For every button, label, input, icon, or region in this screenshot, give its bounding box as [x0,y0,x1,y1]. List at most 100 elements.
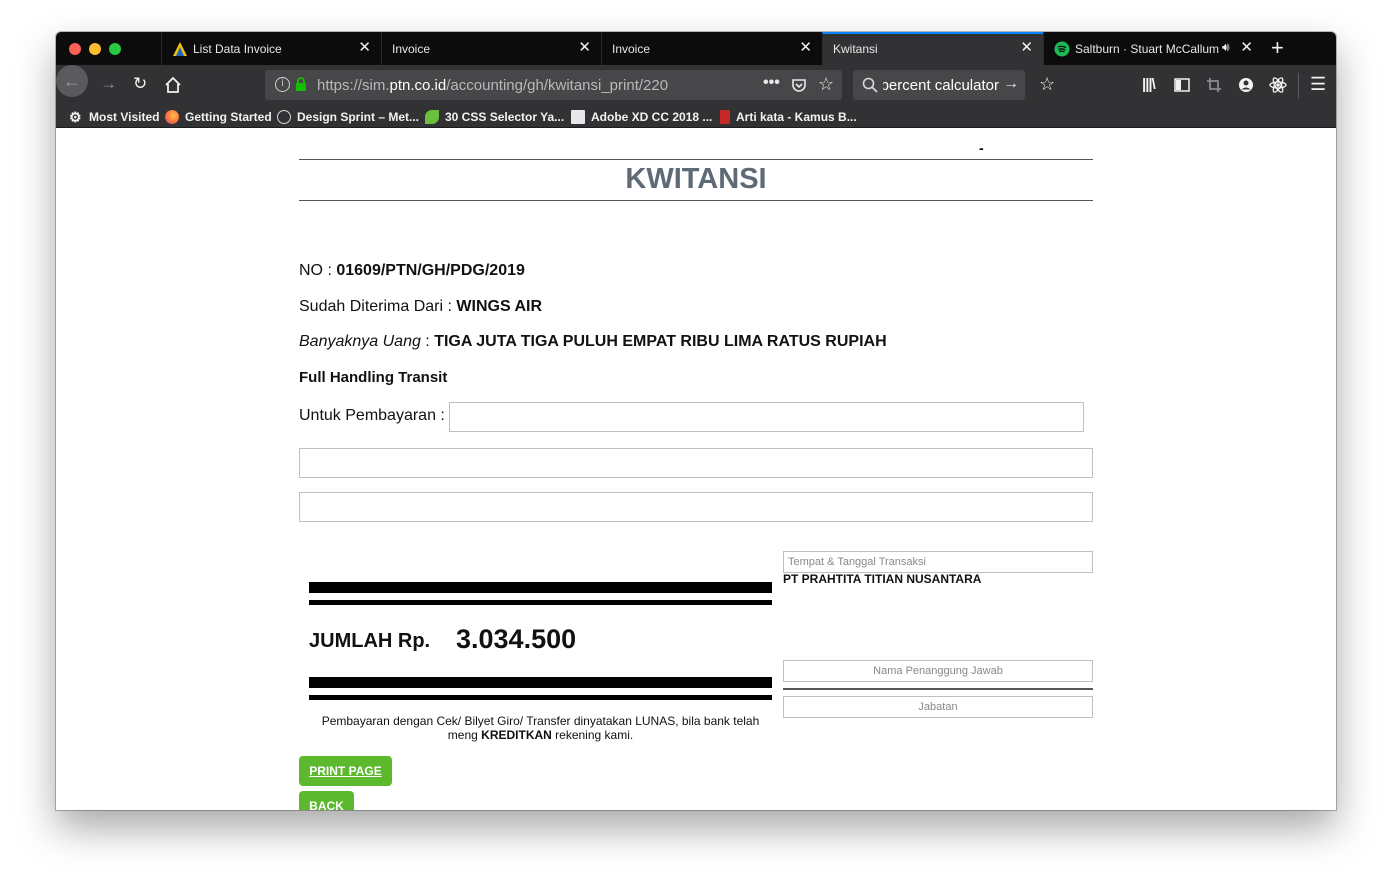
tab-invoice-1[interactable]: Invoice ✕ [381,32,601,65]
tab-title: List Data Invoice [193,42,282,56]
received-from-value: WINGS AIR [456,298,543,315]
arrow-left-icon: ← [63,70,81,91]
bookmark-label: 30 CSS Selector Ya... [445,110,565,124]
crop-icon[interactable] [1206,77,1222,93]
account-icon[interactable] [1238,77,1254,93]
forward-button[interactable]: → [100,74,117,94]
search-bar[interactable]: percent calculator → [853,70,1025,100]
close-tab-icon[interactable]: ✕ [799,40,812,56]
bookmark-label: Adobe XD CC 2018 ... [591,110,713,124]
search-icon [862,77,878,93]
toolbar-divider [1298,73,1299,99]
bookmark-design-sprint[interactable]: Design Sprint – Met... [277,109,419,125]
payment-purpose-input-2[interactable] [299,448,1093,478]
close-tab-icon[interactable]: ✕ [578,40,591,56]
reload-button[interactable]: ↻ [133,74,147,94]
bookmark-getting-started[interactable]: Getting Started [165,109,272,125]
receipt-number-value: 01609/PTN/GH/PDG/2019 [336,262,525,279]
bookmark-star-icon[interactable]: ☆ [818,74,834,95]
header-dash: - [979,140,984,156]
leaf-icon [425,110,439,124]
payment-purpose-label: Untuk Pembayaran : [299,407,445,424]
search-input[interactable]: percent calculator [883,77,999,94]
company-name: PT PRAHTITA TITIAN NUSANTARA [783,572,982,586]
tab-title: Kwitansi [833,42,878,56]
info-icon[interactable]: i [275,77,290,92]
bookmark-arti-kata[interactable]: Arti kata - Kamus B... [720,109,857,125]
hamburger-menu-icon[interactable]: ☰ [1310,74,1326,94]
url-path: /accounting/gh/kwitansi_print/220 [446,77,669,94]
bookmark-label: Design Sprint – Met... [297,110,420,124]
receipt-number: NO : 01609/PTN/GH/PDG/2019 [299,262,525,280]
react-devtools-icon[interactable] [1269,76,1287,94]
tab-strip: List Data Invoice ✕ Invoice ✕ Invoice ✕ … [56,32,1336,65]
tab-invoice-2[interactable]: Invoice ✕ [601,32,822,65]
book-icon [720,110,730,124]
position-input[interactable]: Jabatan [783,696,1093,718]
close-tab-icon[interactable]: ✕ [358,40,371,56]
home-icon[interactable] [164,76,182,94]
payment-note: Pembayaran dengan Cek/ Bilyet Giro/ Tran… [309,714,772,742]
note-bold: KREDITKAN [481,728,552,742]
responsible-name-input[interactable]: Nama Penanggung Jawab [783,660,1093,682]
bookmark-add-icon[interactable]: ☆ [1039,74,1055,94]
bookmark-label: Arti kata - Kamus B... [736,110,857,124]
search-go-icon[interactable]: → [1003,75,1019,93]
bookmark-most-visited[interactable]: ⚙ Most Visited [69,109,159,125]
document-icon [571,110,585,124]
tab-spotify[interactable]: Saltburn · Stuart McCallum 🔊︎ ✕ [1043,32,1263,65]
amount-bottom-bar [309,677,772,688]
ptn-logo-icon [173,42,187,56]
gear-icon: ⚙ [69,109,82,125]
sidebar-icon[interactable] [1174,77,1190,93]
bookmarks-toolbar: ⚙ Most Visited Getting Started Design Sp… [56,106,1336,128]
title-bottom-rule [299,200,1093,201]
url-bar[interactable]: i https://sim.ptn.co.id/accounting/gh/kw… [265,70,842,100]
payment-purpose-input-3[interactable] [299,492,1093,522]
new-tab-button[interactable]: + [1271,36,1284,60]
close-tab-icon[interactable]: ✕ [1240,40,1253,56]
url-host: ptn.co.id [389,77,447,94]
received-from-label: Sudah Diterima Dari : [299,298,457,315]
tab-kwitansi[interactable]: Kwitansi ✕ [822,32,1043,65]
back-button[interactable]: ← [56,65,88,97]
library-icon[interactable]: |||\ [1142,75,1156,95]
service-description: Full Handling Transit [299,369,448,386]
amount-words-value: TIGA JUTA TIGA PULUH EMPAT RIBU LIMA RAT… [434,333,887,350]
signature-rule [783,688,1093,690]
place-date-input[interactable]: Tempat & Tanggal Transaksi [783,551,1093,573]
page-title: KWITANSI [625,163,767,195]
page-actions-icon[interactable]: ••• [763,74,780,92]
amount-separator: : [420,333,435,350]
tab-title: Invoice [392,42,431,56]
firefox-icon [165,110,179,124]
pocket-icon[interactable] [791,77,807,93]
title-top-rule [299,159,1093,160]
bookmark-css-selector[interactable]: 30 CSS Selector Ya... [425,109,564,125]
speaker-icon[interactable]: 🔊︎ [1222,40,1230,55]
lock-icon [296,77,306,91]
total-label: JUMLAH Rp. [309,630,431,652]
close-tab-icon[interactable]: ✕ [1020,40,1033,56]
amount-label: Banyaknya Uang [299,333,421,350]
tab-list-data-invoice[interactable]: List Data Invoice ✕ [161,32,381,65]
close-window-button[interactable] [69,43,81,55]
browser-window: List Data Invoice ✕ Invoice ✕ Invoice ✕ … [56,32,1336,810]
bookmark-adobe-xd[interactable]: Adobe XD CC 2018 ... [571,109,712,125]
page-content: - KWITANSI NO : 01609/PTN/GH/PDG/2019 Su… [56,128,1336,810]
payment-purpose-input-1[interactable] [449,402,1084,432]
note-text-end: rekening kami. [551,728,634,742]
zoom-window-button[interactable] [109,43,121,55]
globe-icon [277,110,291,124]
total-value: 3.034.500 [456,624,577,654]
bookmark-label: Getting Started [185,110,272,124]
url-prefix: https://sim. [317,77,390,94]
receipt-number-label: NO : [299,262,337,279]
print-page-button[interactable]: PRINT PAGE [299,756,392,786]
back-button-page[interactable]: BACK [299,791,354,810]
amount-in-words: Banyaknya Uang : TIGA JUTA TIGA PULUH EM… [299,333,887,351]
url-text[interactable]: https://sim.ptn.co.id/accounting/gh/kwit… [317,77,668,94]
minimize-window-button[interactable] [89,43,101,55]
amount-top-bar [309,582,772,593]
amount-top-thin-bar [309,600,772,605]
